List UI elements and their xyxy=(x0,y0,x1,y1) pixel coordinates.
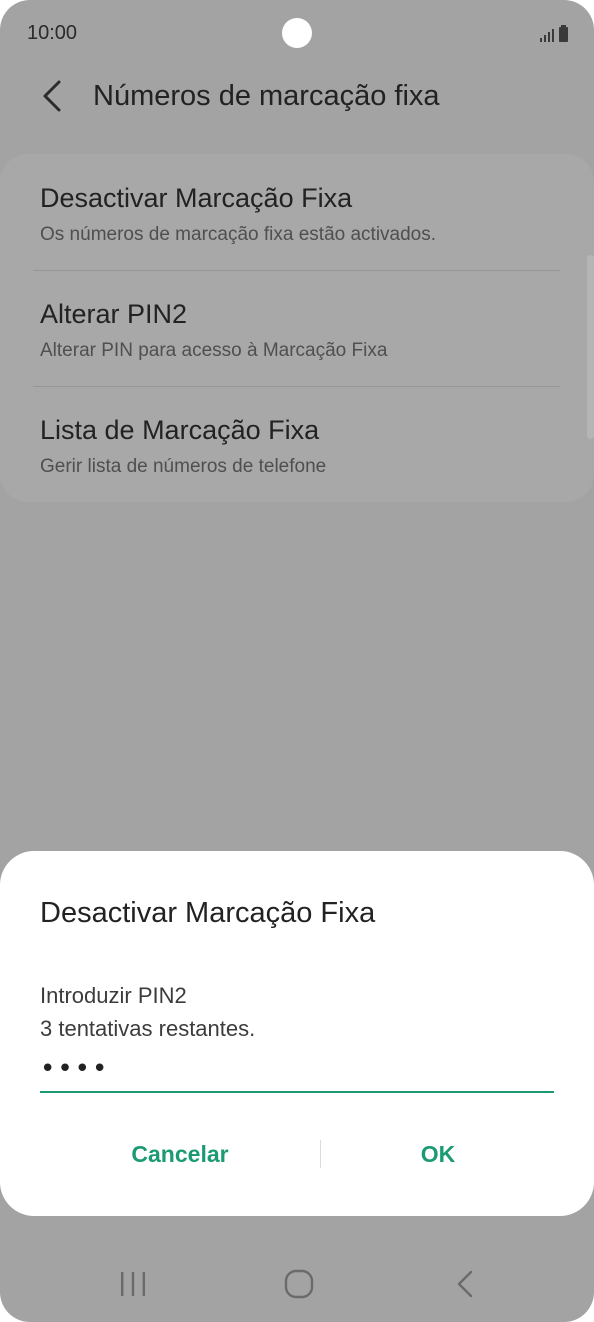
settings-card: Desactivar Marcação Fixa Os números de m… xyxy=(0,154,594,502)
status-icons xyxy=(540,24,568,42)
setting-subtitle: Os números de marcação fixa estão activa… xyxy=(40,224,437,245)
recents-icon xyxy=(121,1272,145,1296)
setting-change-pin2[interactable]: Alterar PIN2 Alterar PIN para acesso à M… xyxy=(0,270,594,386)
chevron-left-icon xyxy=(43,80,61,112)
setting-title: Lista de Marcação Fixa xyxy=(40,415,320,445)
setting-title: Alterar PIN2 xyxy=(40,299,188,329)
setting-fdn-list[interactable]: Lista de Marcação Fixa Gerir lista de nú… xyxy=(0,386,594,502)
cancel-button[interactable]: Cancelar xyxy=(50,1129,310,1179)
dialog-message: Introduzir PIN2 3 tentativas restantes. xyxy=(40,983,256,1041)
ok-button[interactable]: OK xyxy=(308,1129,568,1179)
pin-dialog: Desactivar Marcação Fixa Introduzir PIN2… xyxy=(0,851,594,1216)
recents-button[interactable] xyxy=(103,1260,163,1308)
setting-subtitle: Alterar PIN para acesso à Marcação Fixa xyxy=(40,340,388,361)
page-title: Números de marcação fixa xyxy=(93,80,440,112)
app-header: Números de marcação fixa xyxy=(0,66,594,126)
scrollbar[interactable] xyxy=(587,255,594,439)
back-button[interactable] xyxy=(32,76,72,116)
pin2-input[interactable] xyxy=(40,1047,554,1093)
dialog-title: Desactivar Marcação Fixa xyxy=(40,897,376,929)
camera-cutout xyxy=(282,18,312,48)
setting-disable-fdn[interactable]: Desactivar Marcação Fixa Os números de m… xyxy=(0,154,594,270)
battery-icon xyxy=(559,25,568,42)
back-icon xyxy=(457,1270,473,1298)
setting-subtitle: Gerir lista de números de telefone xyxy=(40,456,327,477)
phone-screen: 10:00 Números de marcação fixa Desactiva… xyxy=(0,0,594,1322)
home-button[interactable] xyxy=(269,1260,329,1308)
setting-title: Desactivar Marcação Fixa xyxy=(40,183,353,213)
navigation-bar xyxy=(0,1246,594,1322)
home-icon xyxy=(284,1269,314,1299)
nav-back-button[interactable] xyxy=(435,1260,495,1308)
status-time: 10:00 xyxy=(27,22,78,44)
signal-icon xyxy=(540,28,554,42)
